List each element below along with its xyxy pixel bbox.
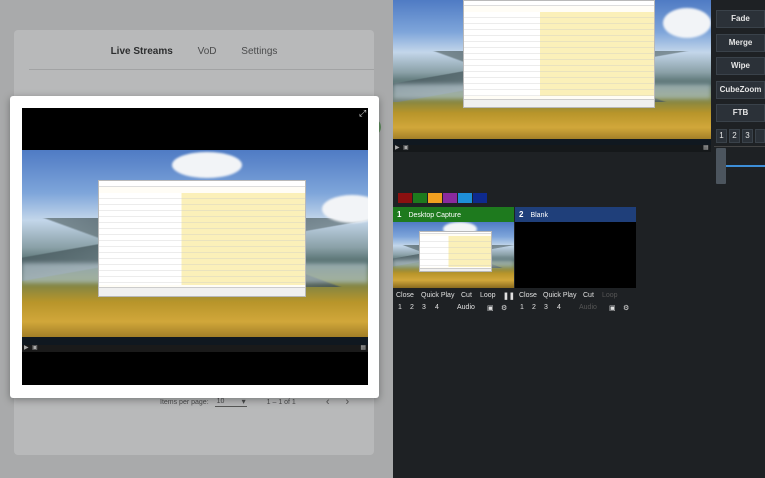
quick-play-button[interactable]: Quick Play xyxy=(421,292,454,299)
desktop-wallpaper xyxy=(22,150,368,345)
pause-icon[interactable]: ❚❚ xyxy=(503,292,515,300)
loop-button[interactable]: Loop xyxy=(480,292,496,299)
page-range-label: 1 – 1 of 1 xyxy=(266,398,296,406)
fullscreen-icon[interactable]: ▦ xyxy=(703,144,709,151)
items-per-page-label: Items per page: xyxy=(160,398,209,406)
slot-number: 2 xyxy=(519,210,524,219)
source-slot-2[interactable]: 2 Blank Close Quick Play Cut Loop 1 2 3 4… xyxy=(515,207,636,312)
tab-bar: Live Streams VoD Settings xyxy=(14,46,374,57)
slot-header[interactable]: 2 Blank xyxy=(515,207,636,222)
slot-thumbnail xyxy=(515,222,636,288)
task-manager-window xyxy=(419,231,492,272)
taskbar xyxy=(22,337,368,345)
layer-1-button[interactable]: 1 xyxy=(520,304,524,311)
color-swatch-orange[interactable] xyxy=(428,193,442,203)
color-swatch-blue[interactable] xyxy=(458,193,472,203)
settings-icon[interactable]: ⚙ xyxy=(623,304,629,312)
preview-controls-bar: ▶ ▣ ▦ xyxy=(393,145,711,152)
audio-button[interactable]: Audio xyxy=(579,304,597,311)
slot-name: Desktop Capture xyxy=(408,212,461,219)
cut-button[interactable]: Cut xyxy=(583,292,594,299)
video-player[interactable]: ⤢ ▶ ▣ ▦ xyxy=(22,108,368,385)
cut-button[interactable]: Cut xyxy=(461,292,472,299)
quick-play-button[interactable]: Quick Play xyxy=(543,292,576,299)
slot-header[interactable]: 1 Desktop Capture xyxy=(393,207,514,222)
layer-3-button[interactable]: 3 xyxy=(544,304,548,311)
slot-name: Blank xyxy=(530,212,548,219)
tbar-handle[interactable] xyxy=(716,148,726,184)
color-picker-row xyxy=(398,193,488,203)
switcher-app: ▶ ▣ ▦ Fade Merge Wipe CubeZoom FTB 1 2 3… xyxy=(393,0,765,478)
monitor-icon[interactable]: ▣ xyxy=(609,304,616,312)
slot-thumbnail xyxy=(393,222,514,288)
loop-button[interactable]: Loop xyxy=(602,292,618,299)
source-slot-1[interactable]: 1 Desktop Capture Close Quick Play Cut Lo… xyxy=(393,207,515,312)
task-manager-window xyxy=(98,180,306,297)
tab-divider xyxy=(29,69,374,70)
monitor-icon[interactable]: ▣ xyxy=(487,304,494,312)
play-icon[interactable]: ▶ xyxy=(395,144,400,151)
layer-2-button[interactable]: 2 xyxy=(532,304,536,311)
fullscreen-icon[interactable]: ▦ xyxy=(360,344,366,351)
audio-button[interactable]: Audio xyxy=(457,304,475,311)
cubezoom-button[interactable]: CubeZoom xyxy=(716,81,765,99)
transition-number-3[interactable]: 3 xyxy=(742,129,753,143)
tbar-track xyxy=(714,146,765,147)
transition-number-more[interactable] xyxy=(755,129,765,143)
layer-3-button[interactable]: 3 xyxy=(422,304,426,311)
ftb-button[interactable]: FTB xyxy=(716,104,765,122)
slot-controls: Close Quick Play Cut Loop 1 2 3 4 Audio … xyxy=(515,291,636,315)
color-swatch-purple[interactable] xyxy=(443,193,457,203)
expand-icon[interactable]: ⤢ xyxy=(359,108,366,119)
layer-4-button[interactable]: 4 xyxy=(557,304,561,311)
color-swatch-red[interactable] xyxy=(398,193,412,203)
close-button[interactable]: Close xyxy=(396,292,414,299)
merge-button[interactable]: Merge xyxy=(716,34,765,52)
play-icon[interactable]: ▶ xyxy=(24,344,29,351)
fade-button[interactable]: Fade xyxy=(716,10,765,28)
video-frame xyxy=(22,150,368,345)
layer-1-button[interactable]: 1 xyxy=(398,304,402,311)
video-controls-bar: ▶ ▣ ▦ xyxy=(22,345,368,352)
desktop-wallpaper xyxy=(393,0,711,145)
video-preview-modal: ⤢ ▶ ▣ ▦ xyxy=(10,96,379,398)
slot-controls: Close Quick Play Cut Loop ❚❚ 1 2 3 4 Aud… xyxy=(393,291,515,315)
close-button[interactable]: Close xyxy=(519,292,537,299)
wipe-button[interactable]: Wipe xyxy=(716,57,765,75)
tab-settings[interactable]: Settings xyxy=(241,46,277,57)
task-manager-window xyxy=(463,0,655,108)
web-app-panel: Live Streams VoD Settings Items per page… xyxy=(0,0,393,478)
screen-icon[interactable]: ▣ xyxy=(403,144,409,151)
screen-icon[interactable]: ▣ xyxy=(32,344,38,351)
color-swatch-green[interactable] xyxy=(413,193,427,203)
slot-number: 1 xyxy=(397,210,402,219)
transition-number-2[interactable]: 2 xyxy=(729,129,740,143)
program-preview xyxy=(393,0,711,145)
desktop-wallpaper xyxy=(393,222,514,288)
tab-live-streams[interactable]: Live Streams xyxy=(111,46,173,57)
settings-icon[interactable]: ⚙ xyxy=(501,304,507,312)
transition-number-1[interactable]: 1 xyxy=(716,129,727,143)
transition-panel: Fade Merge Wipe CubeZoom FTB 1 2 3 xyxy=(713,0,765,160)
layer-4-button[interactable]: 4 xyxy=(435,304,439,311)
color-swatch-navy[interactable] xyxy=(473,193,487,203)
layer-2-button[interactable]: 2 xyxy=(410,304,414,311)
items-per-page-select[interactable]: 10 xyxy=(214,397,247,407)
tbar-position-line xyxy=(726,165,765,167)
tab-vod[interactable]: VoD xyxy=(198,46,217,57)
